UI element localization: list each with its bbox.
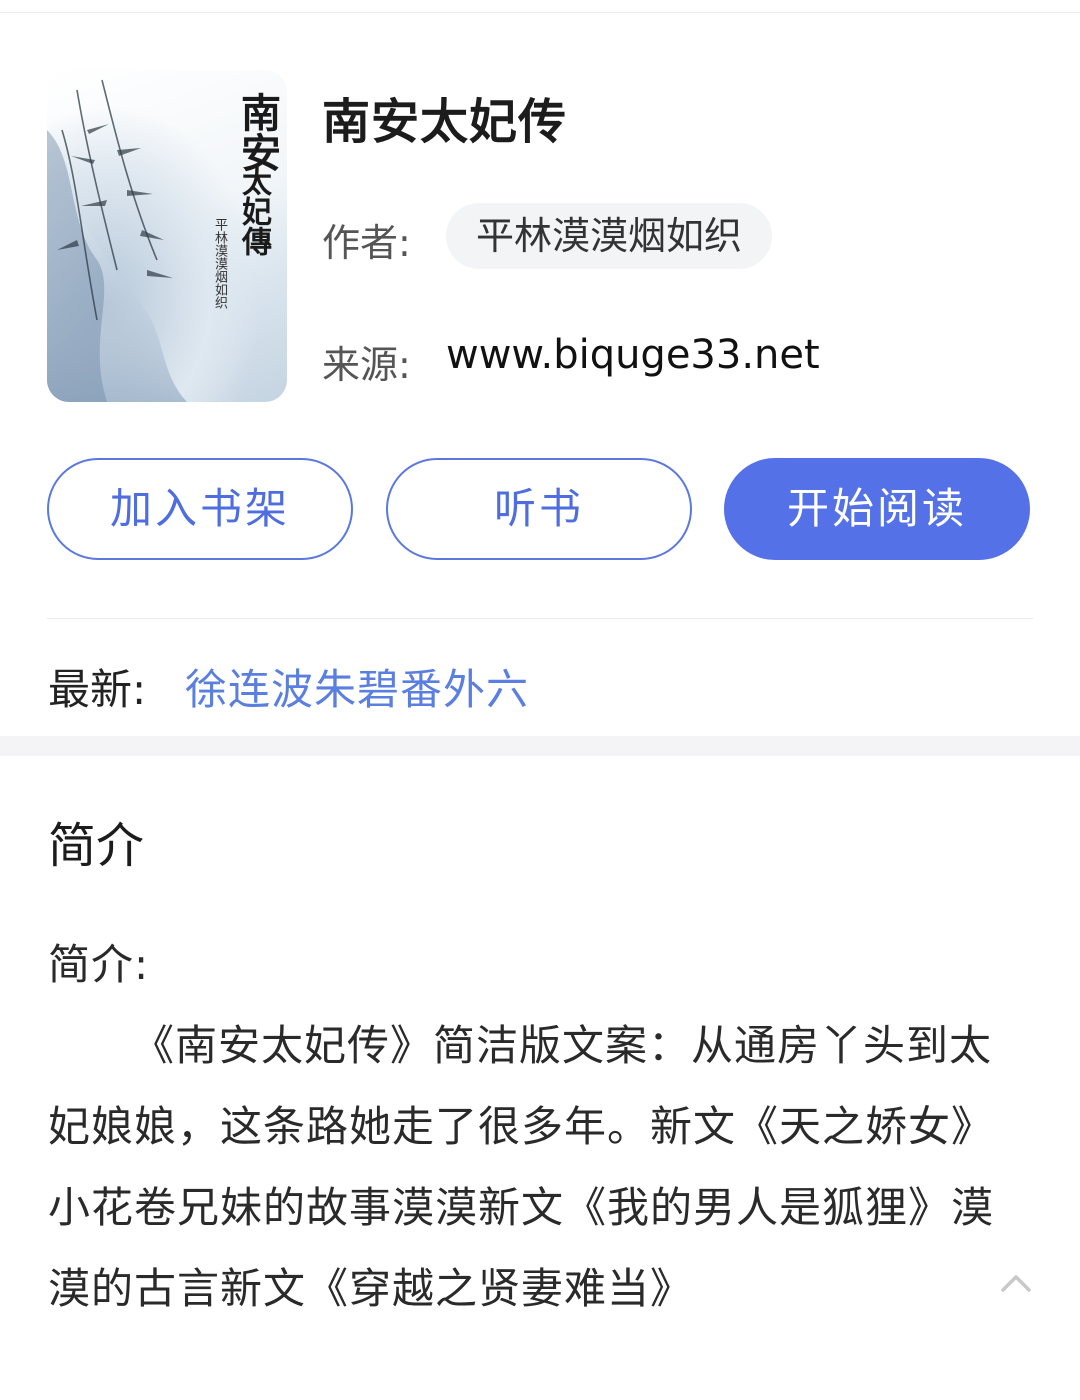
top-divider <box>0 12 1080 13</box>
latest-label: 最新: <box>48 665 147 714</box>
divider <box>47 618 1033 619</box>
add-to-shelf-button[interactable]: 加入书架 <box>47 458 353 560</box>
latest-chapter-link[interactable]: 徐连波朱碧番外六 <box>185 656 529 717</box>
cover-author: 平林漠漠烟如织 <box>212 218 227 309</box>
chevron-up-icon[interactable] <box>998 1268 1034 1296</box>
author-label: 作者: <box>322 221 411 265</box>
intro-heading: 简介 <box>48 818 145 874</box>
source-url: www.biquge33.net <box>446 332 820 378</box>
cover-title: 南安 <box>234 92 281 172</box>
listen-button[interactable]: 听书 <box>386 458 692 560</box>
author-name-chip[interactable]: 平林漠漠烟如织 <box>446 203 773 269</box>
start-reading-button[interactable]: 开始阅读 <box>724 458 1030 560</box>
intro-content: 简介: 《南安太妃传》简洁版文案：从通房丫头到太妃娘娘，这条路她走了很多年。新文… <box>48 924 1008 1329</box>
book-cover[interactable]: 南安 太妃傳 平林漠漠烟如织 <box>47 70 287 402</box>
cover-subtitle: 太妃傳 <box>236 166 271 256</box>
intro-prefix: 简介: <box>48 940 150 989</box>
book-title: 南安太妃传 <box>322 94 568 150</box>
source-label: 来源: <box>322 343 411 387</box>
intro-text: 《南安太妃传》简洁版文案：从通房丫头到太妃娘娘，这条路她走了很多年。新文《天之娇… <box>48 1021 995 1313</box>
section-gap <box>0 736 1080 756</box>
